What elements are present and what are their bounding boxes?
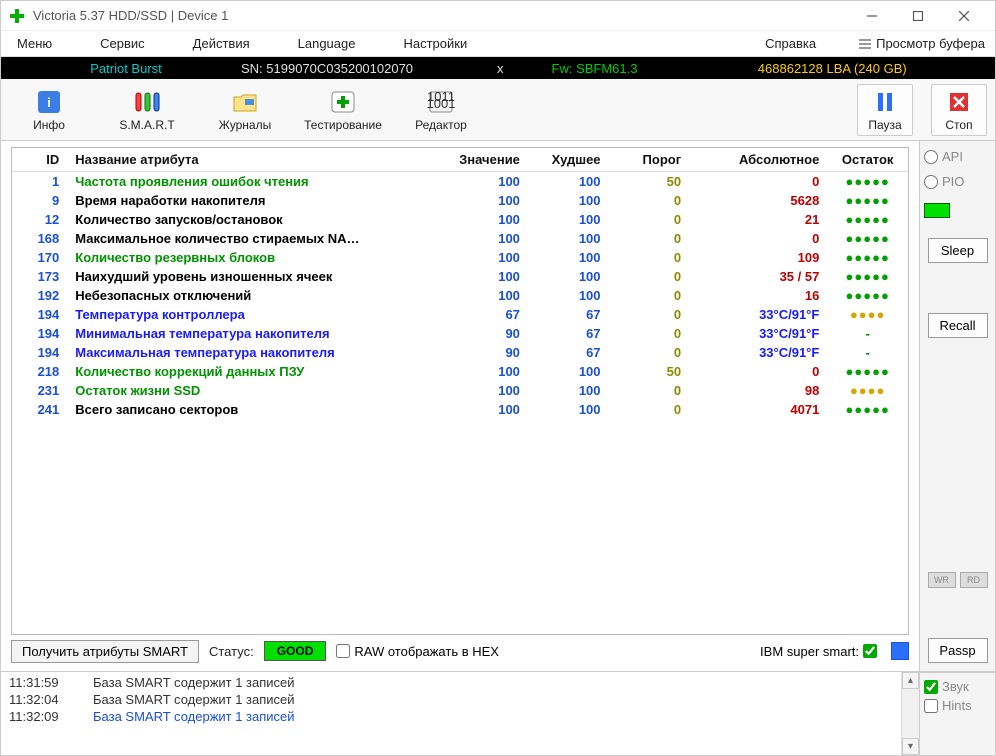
log-side-options: Звук Hints [919, 672, 995, 755]
log-body[interactable]: 11:31:59База SMART содержит 1 записей11:… [1, 672, 901, 755]
th-id[interactable]: ID [12, 148, 67, 172]
tab-editor[interactable]: 010110110011 Редактор [401, 85, 481, 135]
th-rest[interactable]: Остаток [827, 148, 908, 172]
rd-button[interactable]: RD [960, 572, 988, 588]
tab-test-label: Тестирование [304, 118, 382, 132]
menu-language[interactable]: Language [292, 34, 362, 53]
stop-icon [944, 88, 974, 116]
menubar: Меню Сервис Действия Language Настройки … [1, 31, 995, 57]
log-row: 11:32:09База SMART содержит 1 записей [9, 708, 893, 725]
binary-icon: 010110110011 [426, 88, 456, 116]
plus-icon [328, 88, 358, 116]
api-radio[interactable]: API [924, 149, 991, 164]
stop-label: Стоп [945, 118, 972, 132]
tab-info[interactable]: i Инфо [9, 85, 89, 135]
device-model: Patriot Burst [11, 61, 241, 76]
close-button[interactable] [941, 2, 987, 30]
menu-settings[interactable]: Настройки [397, 34, 473, 53]
table-row[interactable]: 12Количество запусков/остановок100100021… [12, 210, 908, 229]
th-val[interactable]: Значение [436, 148, 528, 172]
pio-radio[interactable]: PIO [924, 174, 991, 189]
tab-editor-label: Редактор [415, 118, 467, 132]
menu-service[interactable]: Сервис [94, 34, 151, 53]
tab-smart-label: S.M.A.R.T [119, 118, 174, 132]
table-row[interactable]: 170Количество резервных блоков1001000109… [12, 248, 908, 267]
info-icon: i [34, 88, 64, 116]
log-scrollbar[interactable]: ▴ ▾ [901, 672, 919, 755]
status-good-badge: GOOD [264, 641, 327, 661]
table-header-row: ID Название атрибута Значение Худшее Пор… [12, 148, 908, 172]
table-row[interactable]: 173Наихудший уровень изношенных ячеек100… [12, 267, 908, 286]
menu-actions[interactable]: Действия [187, 34, 256, 53]
table-row[interactable]: 194Минимальная температура накопителя906… [12, 324, 908, 343]
pause-button[interactable]: Пауза [857, 84, 913, 136]
pause-label: Пауза [868, 118, 901, 132]
th-name[interactable]: Название атрибута [67, 148, 436, 172]
passp-button[interactable]: Passp [928, 638, 988, 663]
window-title: Victoria 5.37 HDD/SSD | Device 1 [33, 8, 849, 23]
wr-rd-buttons: WR RD [928, 572, 988, 588]
device-info-bar: Patriot Burst SN: 5199070C035200102070 x… [1, 57, 995, 79]
table-row[interactable]: 218Количество коррекций данных ПЗУ100100… [12, 362, 908, 381]
color-swatch-button[interactable] [891, 642, 909, 660]
recall-button[interactable]: Recall [928, 313, 988, 338]
table-row[interactable]: 241Всего записано секторов10010004071●●●… [12, 400, 908, 419]
scroll-down-icon[interactable]: ▾ [902, 738, 919, 755]
minimize-button[interactable] [849, 2, 895, 30]
status-label: Статус: [209, 644, 254, 659]
table-row[interactable]: 192Небезопасных отключений100100016●●●●● [12, 286, 908, 305]
get-smart-button[interactable]: Получить атрибуты SMART [11, 640, 199, 663]
stop-button[interactable]: Стоп [931, 84, 987, 136]
scroll-up-icon[interactable]: ▴ [902, 672, 919, 689]
ibm-smart-checkbox[interactable]: IBM super smart: [760, 644, 877, 659]
table-row[interactable]: 194Максимальная температура накопителя90… [12, 343, 908, 362]
table-row[interactable]: 168Максимальное количество стираемых NA…… [12, 229, 908, 248]
sleep-button[interactable]: Sleep [928, 238, 988, 263]
table-row[interactable]: 194Температура контроллера6767033°C/91°F… [12, 305, 908, 324]
tab-test[interactable]: Тестирование [303, 85, 383, 135]
lines-icon [858, 37, 872, 51]
tab-journals[interactable]: Журналы [205, 85, 285, 135]
table-row[interactable]: 231Остаток жизни SSD100100098●●●● [12, 381, 908, 400]
sound-checkbox[interactable]: Звук [924, 679, 991, 694]
wr-button[interactable]: WR [928, 572, 956, 588]
menu-help[interactable]: Справка [759, 34, 822, 53]
buffer-view[interactable]: Просмотр буфера [858, 36, 985, 51]
tab-journals-label: Журналы [219, 118, 271, 132]
th-abs[interactable]: Абсолютное [689, 148, 827, 172]
log-row: 11:31:59База SMART содержит 1 записей [9, 674, 893, 691]
titlebar: Victoria 5.37 HDD/SSD | Device 1 [1, 1, 995, 31]
tab-smart[interactable]: S.M.A.R.T [107, 85, 187, 135]
buffer-view-label: Просмотр буфера [876, 36, 985, 51]
th-thr[interactable]: Порог [609, 148, 690, 172]
smart-table: ID Название атрибута Значение Худшее Пор… [12, 148, 908, 419]
sidebar: API PIO Sleep Recall WR RD Passp [919, 141, 995, 671]
status-led [924, 203, 950, 218]
log-panel: 11:31:59База SMART содержит 1 записей11:… [1, 671, 995, 755]
svg-text:110011: 110011 [427, 96, 455, 111]
pause-icon [870, 88, 900, 116]
toolbar: i Инфо S.M.A.R.T Журналы Тестирование 01… [1, 79, 995, 141]
menu-menu[interactable]: Меню [11, 34, 58, 53]
sn-close-icon[interactable]: x [491, 61, 510, 76]
th-worst[interactable]: Худшее [528, 148, 609, 172]
maximize-button[interactable] [895, 2, 941, 30]
svg-text:i: i [47, 95, 51, 110]
table-row[interactable]: 1Частота проявления ошибок чтения1001005… [12, 172, 908, 192]
tab-info-label: Инфо [33, 118, 65, 132]
tubes-icon [132, 88, 162, 116]
device-fw: Fw: SBFM61.3 [510, 61, 680, 76]
log-row: 11:32:04База SMART содержит 1 записей [9, 691, 893, 708]
raw-hex-checkbox[interactable]: RAW отображать в HEX [336, 644, 499, 659]
statusbar: Получить атрибуты SMART Статус: GOOD RAW… [11, 635, 909, 667]
device-sn: SN: 5199070C035200102070 [241, 61, 491, 76]
hints-checkbox[interactable]: Hints [924, 698, 991, 713]
table-row[interactable]: 9Время наработки накопителя10010005628●●… [12, 191, 908, 210]
smart-table-wrap: ID Название атрибута Значение Худшее Пор… [11, 147, 909, 635]
device-lba: 468862128 LBA (240 GB) [680, 61, 986, 76]
folder-icon [230, 88, 260, 116]
app-icon [9, 8, 25, 24]
